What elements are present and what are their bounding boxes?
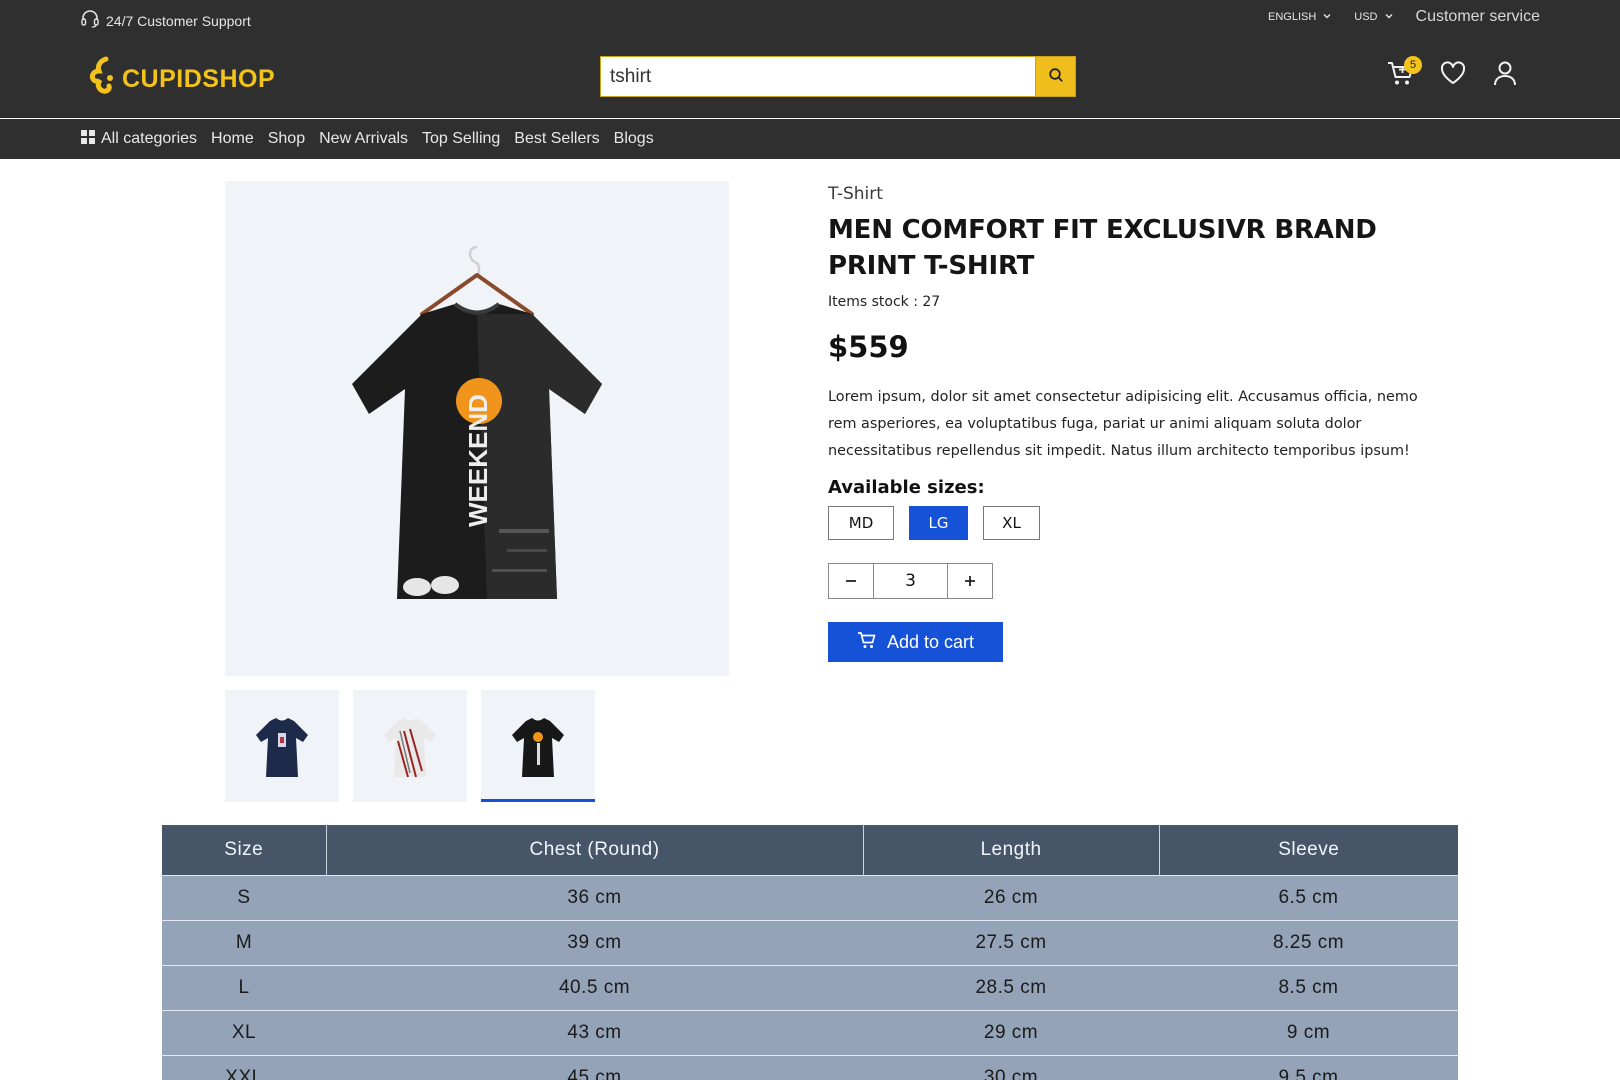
table-row: XL 43 cm 29 cm 9 cm: [162, 1009, 1458, 1055]
size-option-xl[interactable]: XL: [983, 506, 1040, 540]
table-cell: 45 cm: [326, 1054, 863, 1080]
table-cell: 36 cm: [326, 874, 863, 920]
grid-icon: [81, 129, 95, 149]
print-weekend-text: WEEKEND: [463, 394, 493, 527]
cart-count-badge: 5: [1404, 56, 1422, 74]
product-category[interactable]: T-Shirt: [828, 184, 1448, 204]
thumbnail-navy-tshirt: [256, 718, 308, 777]
table-cell: 26 cm: [863, 874, 1159, 920]
logo[interactable]: CUPIDSHOP: [88, 56, 275, 102]
table-header-row: Size Chest (Round) Length Sleeve: [162, 825, 1458, 875]
decrease-quantity-button[interactable]: [828, 563, 874, 599]
customer-support: 24/7 Customer Support: [80, 9, 251, 32]
nav-item-shop[interactable]: Shop: [268, 130, 305, 148]
column-header-sleeve: Sleeve: [1159, 825, 1458, 875]
account-button[interactable]: [1490, 58, 1520, 92]
table-cell: M: [162, 919, 326, 965]
user-icon: [1492, 59, 1518, 91]
table-cell: 29 cm: [863, 1009, 1159, 1055]
site-header: CUPIDSHOP 5: [0, 36, 1620, 118]
table-cell: 8.5 cm: [1159, 964, 1458, 1010]
size-options: MD LG XL: [828, 506, 1448, 540]
column-header-chest: Chest (Round): [326, 825, 864, 875]
currency-select[interactable]: USD: [1354, 11, 1393, 24]
quantity-stepper: 3: [828, 563, 1448, 599]
column-header-length: Length: [863, 825, 1160, 875]
column-header-size: Size: [162, 825, 327, 875]
thumbnail-white-tshirt: [384, 718, 436, 778]
chevron-down-icon: [1384, 11, 1394, 24]
cart-icon: [857, 630, 877, 655]
table-row: L 40.5 cm 28.5 cm 8.5 cm: [162, 964, 1458, 1010]
table-cell: L: [162, 964, 326, 1010]
size-chart-table: Size Chest (Round) Length Sleeve S 36 cm…: [162, 825, 1458, 1080]
chevron-down-icon: [1322, 11, 1332, 24]
table-cell: S: [162, 874, 326, 920]
nav-item-top-selling[interactable]: Top Selling: [422, 130, 500, 148]
increase-quantity-button[interactable]: [947, 563, 993, 599]
add-to-cart-button[interactable]: Add to cart: [828, 622, 1003, 662]
nav-all-categories[interactable]: All categories: [81, 129, 198, 149]
table-cell: 30 cm: [863, 1054, 1159, 1080]
search-input[interactable]: [600, 56, 1036, 97]
nav-item-blogs[interactable]: Blogs: [614, 130, 654, 148]
size-option-lg[interactable]: LG: [909, 506, 968, 540]
product-description: Lorem ipsum, dolor sit amet consectetur …: [828, 389, 1418, 459]
table-row: XXL 45 cm 30 cm 9.5 cm: [162, 1054, 1458, 1080]
search-bar: [600, 56, 1076, 97]
table-cell: 9 cm: [1159, 1009, 1458, 1055]
table-cell: 8.25 cm: [1159, 919, 1458, 965]
size-option-md[interactable]: MD: [828, 506, 894, 540]
table-cell: 40.5 cm: [326, 964, 863, 1010]
nav-item-new-arrivals[interactable]: New Arrivals: [319, 130, 408, 148]
table-cell: XXL: [162, 1054, 326, 1080]
table-cell: 28.5 cm: [863, 964, 1159, 1010]
product-info: T-Shirt MEN COMFORT FIT EXCLUSIVR BRAND …: [828, 184, 1448, 662]
table-cell: XL: [162, 1009, 326, 1055]
thumbnail-black-tshirt: [512, 718, 564, 777]
table-cell: 6.5 cm: [1159, 874, 1458, 920]
main-nav: All categories Home Shop New Arrivals To…: [0, 119, 1620, 159]
logo-text: CUPIDSHOP: [122, 64, 276, 93]
currency-value: USD: [1354, 11, 1378, 23]
plus-icon: [963, 569, 977, 594]
search-button[interactable]: [1036, 56, 1076, 97]
language-select[interactable]: ENGLISH: [1268, 11, 1332, 24]
support-text: 24/7 Customer Support: [106, 12, 251, 29]
quantity-value[interactable]: 3: [874, 563, 947, 599]
table-cell: 27.5 cm: [863, 919, 1159, 965]
wishlist-button[interactable]: [1438, 58, 1468, 92]
thumbnail-list: [225, 690, 595, 802]
language-value: ENGLISH: [1267, 11, 1317, 23]
cart-button[interactable]: 5: [1386, 56, 1422, 92]
headset-icon: [80, 9, 100, 32]
sizes-label: Available sizes:: [828, 477, 985, 498]
thumbnail-2[interactable]: [353, 690, 467, 802]
heart-icon: [1439, 60, 1467, 90]
customer-service-link[interactable]: Customer service: [1416, 8, 1540, 26]
nav-item-home[interactable]: Home: [211, 130, 254, 148]
table-cell: 39 cm: [326, 919, 863, 965]
table-row: S 36 cm 26 cm 6.5 cm: [162, 874, 1458, 920]
tshirt-image: WEEKEND: [352, 245, 602, 599]
stock-count: Items stock : 27: [828, 294, 941, 310]
product-main-image[interactable]: WEEKEND: [225, 181, 729, 676]
nav-item-best-sellers[interactable]: Best Sellers: [514, 130, 599, 148]
product-title: MEN COMFORT FIT EXCLUSIVR BRAND PRINT T-…: [828, 215, 1377, 281]
thumbnail-3[interactable]: [481, 690, 595, 802]
product-price: $559: [828, 330, 909, 364]
thumbnail-1[interactable]: [225, 690, 339, 802]
search-icon: [1048, 67, 1064, 87]
nav-all-categories-label: All categories: [101, 130, 198, 147]
minus-icon: [844, 569, 858, 594]
table-cell: 9.5 cm: [1159, 1054, 1458, 1080]
top-bar: 24/7 Customer Support ENGLISH USD Custom…: [0, 0, 1620, 36]
table-cell: 43 cm: [326, 1009, 863, 1055]
add-to-cart-label: Add to cart: [886, 631, 975, 652]
table-row: M 39 cm 27.5 cm 8.25 cm: [162, 919, 1458, 965]
cupid-logo-icon: [88, 56, 118, 102]
